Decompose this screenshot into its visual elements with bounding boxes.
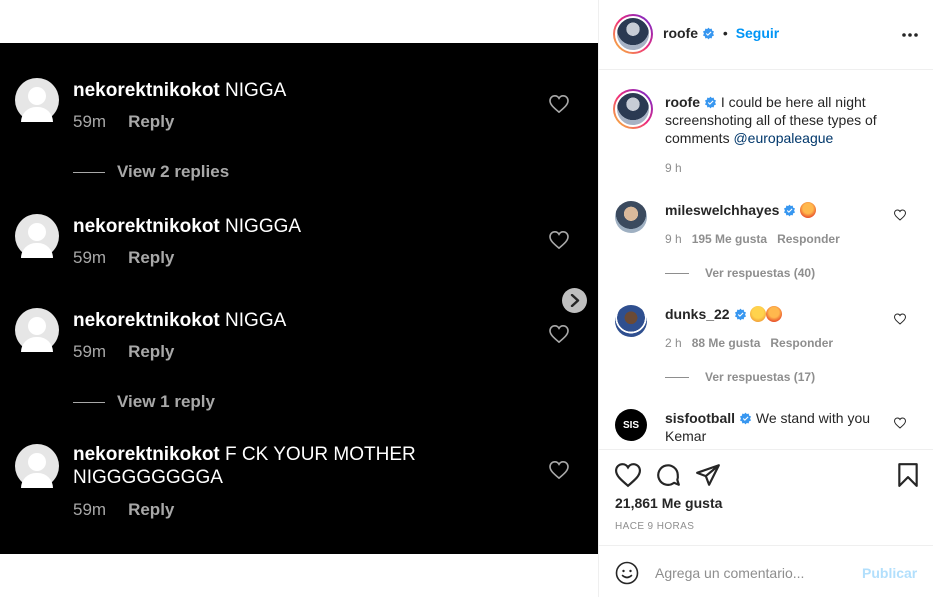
- instagram-post-page: nekorektnikokot NIGGA 59m Reply View 2 re…: [0, 0, 933, 597]
- comment-reply-button[interactable]: Responder: [777, 232, 840, 246]
- media-comment-body: NIGGA: [225, 310, 287, 331]
- add-comment-bar: Agrega un comentario... Publicar: [599, 545, 933, 597]
- media-comment-username: nekorektnikokot: [73, 80, 220, 101]
- verified-icon: [702, 27, 715, 40]
- media-view-replies: View 1 reply: [73, 392, 215, 412]
- bookmark-icon[interactable]: [895, 462, 921, 488]
- media-comment-text: nekorektnikokot NIGGA: [73, 309, 513, 332]
- media-comment-username: nekorektnikokot: [73, 444, 220, 465]
- verified-icon: [704, 96, 717, 109]
- view-replies-button[interactable]: Ver respuestas (17): [665, 370, 815, 384]
- heart-icon[interactable]: [894, 313, 906, 325]
- post-header: roofe • Seguir: [599, 0, 933, 70]
- media-comment-meta: 59m Reply: [73, 112, 174, 132]
- heart-icon: [549, 94, 569, 114]
- comment-time: 2 h: [665, 336, 682, 350]
- svg-text:SIS: SIS: [623, 420, 639, 431]
- comment-username[interactable]: dunks_22: [665, 306, 730, 322]
- avatar: [15, 444, 59, 488]
- publish-button[interactable]: Publicar: [862, 565, 917, 581]
- likes-count[interactable]: 21,861 Me gusta: [615, 495, 722, 511]
- media-comment-time: 59m: [73, 500, 107, 519]
- view-replies-label: Ver respuestas (17): [705, 370, 816, 384]
- angry-face-icon: [766, 306, 783, 322]
- header-username[interactable]: roofe: [663, 25, 698, 41]
- comment-text: mileswelchhayes: [665, 201, 890, 219]
- angry-face-icon: [800, 202, 817, 218]
- heart-icon[interactable]: [894, 417, 906, 429]
- heart-icon[interactable]: [894, 209, 906, 221]
- comment-meta: 2 h 88 Me gusta Responder: [665, 336, 833, 350]
- verified-icon: [784, 204, 796, 217]
- media-comment-time: 59m: [73, 342, 107, 361]
- media-comment-username: nekorektnikokot: [73, 310, 220, 331]
- media-reply-link: Reply: [128, 248, 175, 267]
- avatar[interactable]: [615, 305, 647, 337]
- media-view-replies: View 2 replies: [73, 162, 229, 182]
- media-view-replies-label: View 2 replies: [117, 162, 230, 181]
- media-comment-text: nekorektnikokot NIGGGA: [73, 215, 513, 238]
- confounded-face-icon: [750, 306, 767, 322]
- media-comment-time: 59m: [73, 248, 107, 267]
- comment-username[interactable]: sisfootball: [665, 410, 735, 426]
- share-paper-plane-icon[interactable]: [695, 462, 721, 488]
- media-comment-text: nekorektnikokot NIGGA: [73, 79, 513, 102]
- caption-time: 9 h: [665, 161, 682, 175]
- emoji-smile-icon[interactable]: [615, 561, 639, 585]
- caption-text: roofe I could be here all night screensh…: [665, 93, 905, 147]
- comment-username[interactable]: mileswelchhayes: [665, 202, 779, 218]
- media-comment-body: NIGGA: [225, 80, 287, 101]
- post-actions: 21,861 Me gusta HACE 9 HORAS Agrega un c…: [599, 449, 933, 597]
- comment-likes-link[interactable]: 88 Me gusta: [692, 336, 761, 350]
- avatar[interactable]: [613, 14, 653, 54]
- avatar[interactable]: [613, 89, 653, 129]
- media-comment-text: nekorektnikokot F CK YOUR MOTHER NIGGGGG…: [73, 443, 473, 489]
- media-comment-meta: 59m Reply: [73, 248, 174, 268]
- media-reply-link: Reply: [128, 342, 175, 361]
- next-arrow-icon[interactable]: [562, 288, 587, 313]
- comment-bubble-icon[interactable]: [655, 462, 681, 488]
- heart-icon: [549, 230, 569, 250]
- view-replies-button[interactable]: Ver respuestas (40): [665, 266, 815, 280]
- verified-icon: [734, 308, 746, 321]
- media-comment-time: 59m: [73, 112, 107, 131]
- avatar: [15, 78, 59, 122]
- heart-icon: [549, 460, 569, 480]
- comment-input[interactable]: Agrega un comentario...: [655, 565, 804, 581]
- caption-mention-link[interactable]: @europaleague: [733, 130, 833, 146]
- separator-dot: •: [722, 25, 728, 41]
- media-reply-link: Reply: [128, 112, 175, 131]
- comment-text: dunks_22: [665, 305, 890, 323]
- comment-reply-button[interactable]: Responder: [770, 336, 833, 350]
- media-view-replies-label: View 1 reply: [117, 392, 215, 411]
- verified-icon: [739, 412, 752, 425]
- view-replies-label: Ver respuestas (40): [705, 266, 816, 280]
- media-reply-link: Reply: [128, 500, 175, 519]
- caption-username[interactable]: roofe: [665, 94, 700, 110]
- media-comment-username: nekorektnikokot: [73, 216, 220, 237]
- comment-meta: 9 h 195 Me gusta Responder: [665, 232, 840, 246]
- avatar: [15, 214, 59, 258]
- more-options-icon[interactable]: [901, 32, 919, 38]
- comment-likes-link[interactable]: 195 Me gusta: [692, 232, 767, 246]
- media-comment-body: NIGGGA: [225, 216, 302, 237]
- follow-button[interactable]: Seguir: [736, 25, 780, 41]
- avatar: [15, 308, 59, 352]
- header-user: roofe • Seguir: [663, 25, 779, 41]
- post-sidebar: roofe • Seguir roofe I could be here all…: [598, 0, 933, 597]
- heart-icon: [549, 324, 569, 344]
- comment-text: sisfootball We stand with you Kemar: [665, 409, 890, 445]
- avatar[interactable]: [615, 201, 647, 233]
- comment-time: 9 h: [665, 232, 682, 246]
- media-comment-meta: 59m Reply: [73, 500, 174, 520]
- media-comment-meta: 59m Reply: [73, 342, 174, 362]
- like-heart-icon[interactable]: [615, 462, 641, 488]
- post-media[interactable]: nekorektnikokot NIGGA 59m Reply View 2 re…: [0, 43, 598, 554]
- avatar[interactable]: SIS: [615, 409, 647, 441]
- post-timestamp: HACE 9 HORAS: [615, 521, 695, 532]
